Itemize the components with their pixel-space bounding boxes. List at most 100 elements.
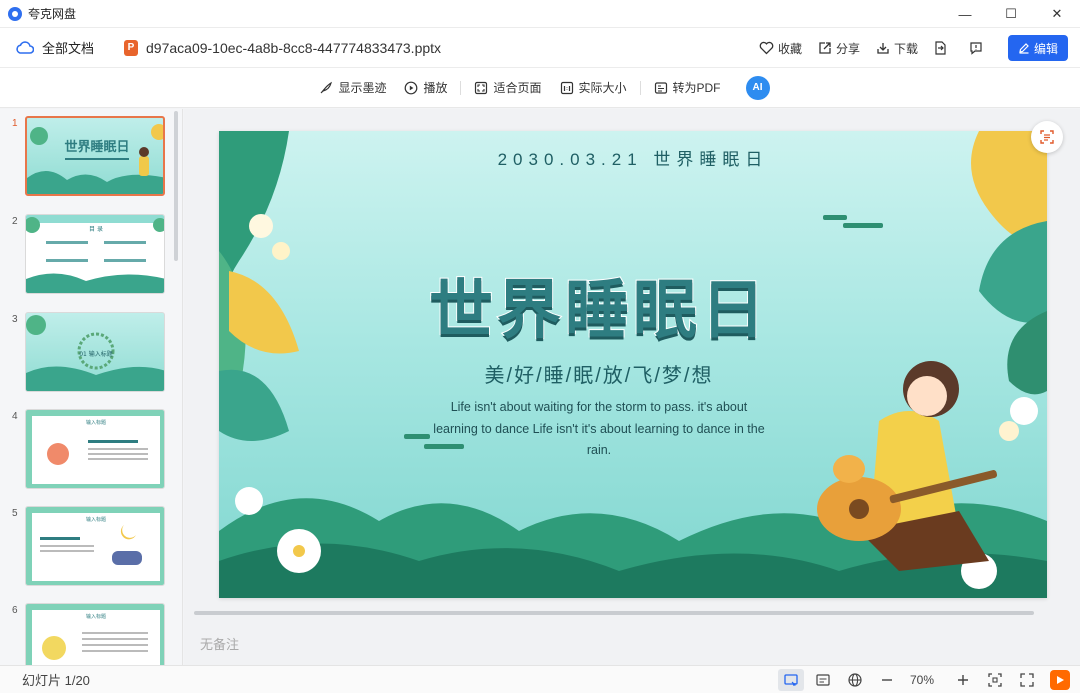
thumbnail-title: 01 输入标题: [79, 350, 113, 358]
close-button[interactable]: ✕: [1034, 0, 1080, 28]
slide-counter: 幻灯片 1/20: [22, 673, 90, 688]
thumbnail-number: 3: [12, 314, 18, 325]
horizontal-scrollbar[interactable]: [194, 611, 1034, 615]
thumbnail-image: 输入标题: [25, 409, 165, 489]
window-controls: — ☐ ✕: [942, 0, 1080, 28]
normal-view-icon: [784, 674, 798, 686]
thumbnail-number: 4: [12, 411, 18, 422]
notes-placeholder[interactable]: 无备注: [200, 634, 239, 653]
play-icon: [1057, 676, 1064, 684]
web-view-button[interactable]: [842, 669, 868, 691]
show-ink-button[interactable]: 显示墨迹: [319, 79, 386, 96]
download-icon: [877, 43, 889, 54]
toolbar-divider: [639, 80, 641, 95]
zoom-level: 70%: [909, 673, 934, 687]
notes-icon: [816, 674, 830, 686]
download-button[interactable]: 下载: [876, 40, 918, 57]
thumbnail-title: 目 录: [89, 225, 103, 233]
thumbnail-number: 1: [12, 118, 18, 129]
slide-ocr-button[interactable]: [1031, 121, 1063, 153]
convert-pdf-label: 转为PDF: [672, 81, 721, 95]
share-label: 分享: [835, 41, 860, 56]
status-bar: 幻灯片 1/20 70%: [0, 665, 1080, 693]
export-button[interactable]: [930, 41, 954, 55]
thumbnail-slide-3[interactable]: 3 01 输入标题: [0, 312, 180, 394]
fit-page-button[interactable]: 适合页面: [474, 79, 542, 96]
current-slide: 2030.03.21 世界睡眠日 世界睡眠日 美/好/睡/眠/放/飞/梦/想 L…: [219, 131, 1047, 598]
thumbnail-number: 2: [12, 216, 18, 227]
maximize-button[interactable]: ☐: [988, 0, 1034, 28]
feedback-icon: [970, 42, 982, 55]
fullscreen-button[interactable]: [1014, 669, 1040, 691]
export-icon: [935, 41, 946, 55]
thumbnail-image: 输入标题: [25, 506, 165, 586]
actual-size-label: 实际大小: [578, 81, 627, 95]
thumbnail-slide-6[interactable]: 6 输入标题: [0, 603, 180, 665]
thumbnail-scrollbar[interactable]: [174, 111, 178, 261]
thumbnail-image: 目 录: [25, 214, 165, 294]
slide-body-text: Life isn't about waiting for the storm t…: [433, 400, 765, 457]
slide-title: 世界睡眠日: [428, 273, 769, 347]
slide-date: 2030.03.21 世界睡眠日: [497, 150, 769, 169]
slide-stage: 2030.03.21 世界睡眠日 世界睡眠日 美/好/睡/眠/放/飞/梦/想 L…: [184, 109, 1080, 665]
cloud-icon: [16, 40, 35, 55]
show-ink-label: 显示墨迹: [338, 81, 387, 95]
share-button[interactable]: 分享: [818, 40, 860, 57]
favorite-label: 收藏: [777, 41, 802, 56]
ai-assistant-button[interactable]: AI: [745, 75, 770, 100]
play-button[interactable]: 播放: [404, 79, 447, 96]
minimize-button[interactable]: —: [942, 0, 988, 28]
heart-icon: [759, 41, 774, 55]
pencil-icon: [1019, 43, 1029, 54]
actual-size-icon: [560, 81, 573, 94]
globe-icon: [848, 673, 862, 687]
scan-text-icon: [1040, 130, 1054, 144]
thumbnail-title: 输入标题: [86, 516, 106, 523]
slideshow-play-button[interactable]: [1050, 670, 1070, 690]
notes-view-button[interactable]: [810, 669, 836, 691]
convert-pdf-button[interactable]: 转为PDF: [654, 79, 721, 96]
status-controls: 70%: [772, 666, 1070, 693]
thumbnail-title: 输入标题: [86, 613, 106, 620]
thumbnail-title: 世界睡眠日: [64, 139, 129, 155]
play-label: 播放: [423, 81, 448, 95]
edit-button[interactable]: 编辑: [1008, 35, 1068, 61]
thumbnail-image: 输入标题: [25, 603, 165, 665]
slide-subtitle: 美/好/睡/眠/放/飞/梦/想: [484, 365, 714, 387]
breadcrumb-all-documents[interactable]: 全部文档: [42, 38, 94, 57]
edit-label: 编辑: [1033, 41, 1058, 56]
file-name: d97aca09-10ec-4a8b-8cc8-447774833473.ppt…: [146, 39, 442, 56]
thumbnail-slide-5[interactable]: 5 输入标题: [0, 506, 180, 588]
zoom-out-button[interactable]: [874, 669, 900, 691]
viewer-toolbar: 显示墨迹 播放 适合页面 实际大小 转为PDF AI: [0, 68, 1080, 108]
favorite-button[interactable]: 收藏: [759, 40, 802, 57]
file-bar: 全部文档 P d97aca09-10ec-4a8b-8cc8-447774833…: [0, 28, 1080, 68]
app-logo-icon: [8, 6, 22, 21]
toolbar-divider: [460, 80, 462, 95]
play-circle-icon: [405, 81, 418, 94]
pptx-file-icon: P: [124, 39, 139, 56]
plus-icon: [958, 675, 968, 685]
actual-size-button[interactable]: 实际大小: [560, 79, 627, 96]
thumbnail-slide-4[interactable]: 4 输入标题: [0, 409, 180, 491]
fit-page-label: 适合页面: [493, 81, 542, 95]
fullscreen-icon: [1020, 673, 1034, 687]
thumbnail-image: 01 输入标题: [25, 312, 165, 392]
thumbnail-title: 输入标题: [86, 419, 106, 426]
file-actions: 收藏 分享 下载 编辑: [743, 28, 1068, 68]
zoom-in-button[interactable]: [950, 669, 976, 691]
share-icon: [819, 42, 831, 54]
app-title: 夸克网盘: [28, 7, 77, 21]
thumbnail-slide-2[interactable]: 2 目 录: [0, 214, 180, 296]
slide-thumbnail-panel[interactable]: 1 世界睡眠日 2 目 录 3 01 输入标题 4 输入标题 5 输入标题 6 …: [0, 109, 183, 665]
fit-screen-icon: [988, 673, 1002, 687]
thumbnail-number: 6: [12, 605, 18, 616]
thumbnail-slide-1[interactable]: 1 世界睡眠日: [0, 116, 180, 198]
feedback-button[interactable]: [966, 41, 990, 55]
download-label: 下载: [893, 41, 918, 56]
fit-page-icon: [475, 81, 488, 94]
normal-view-button[interactable]: [777, 669, 804, 691]
thumbnail-image: 世界睡眠日: [25, 116, 165, 196]
fit-screen-button[interactable]: [982, 669, 1008, 691]
minus-icon: [881, 679, 892, 681]
